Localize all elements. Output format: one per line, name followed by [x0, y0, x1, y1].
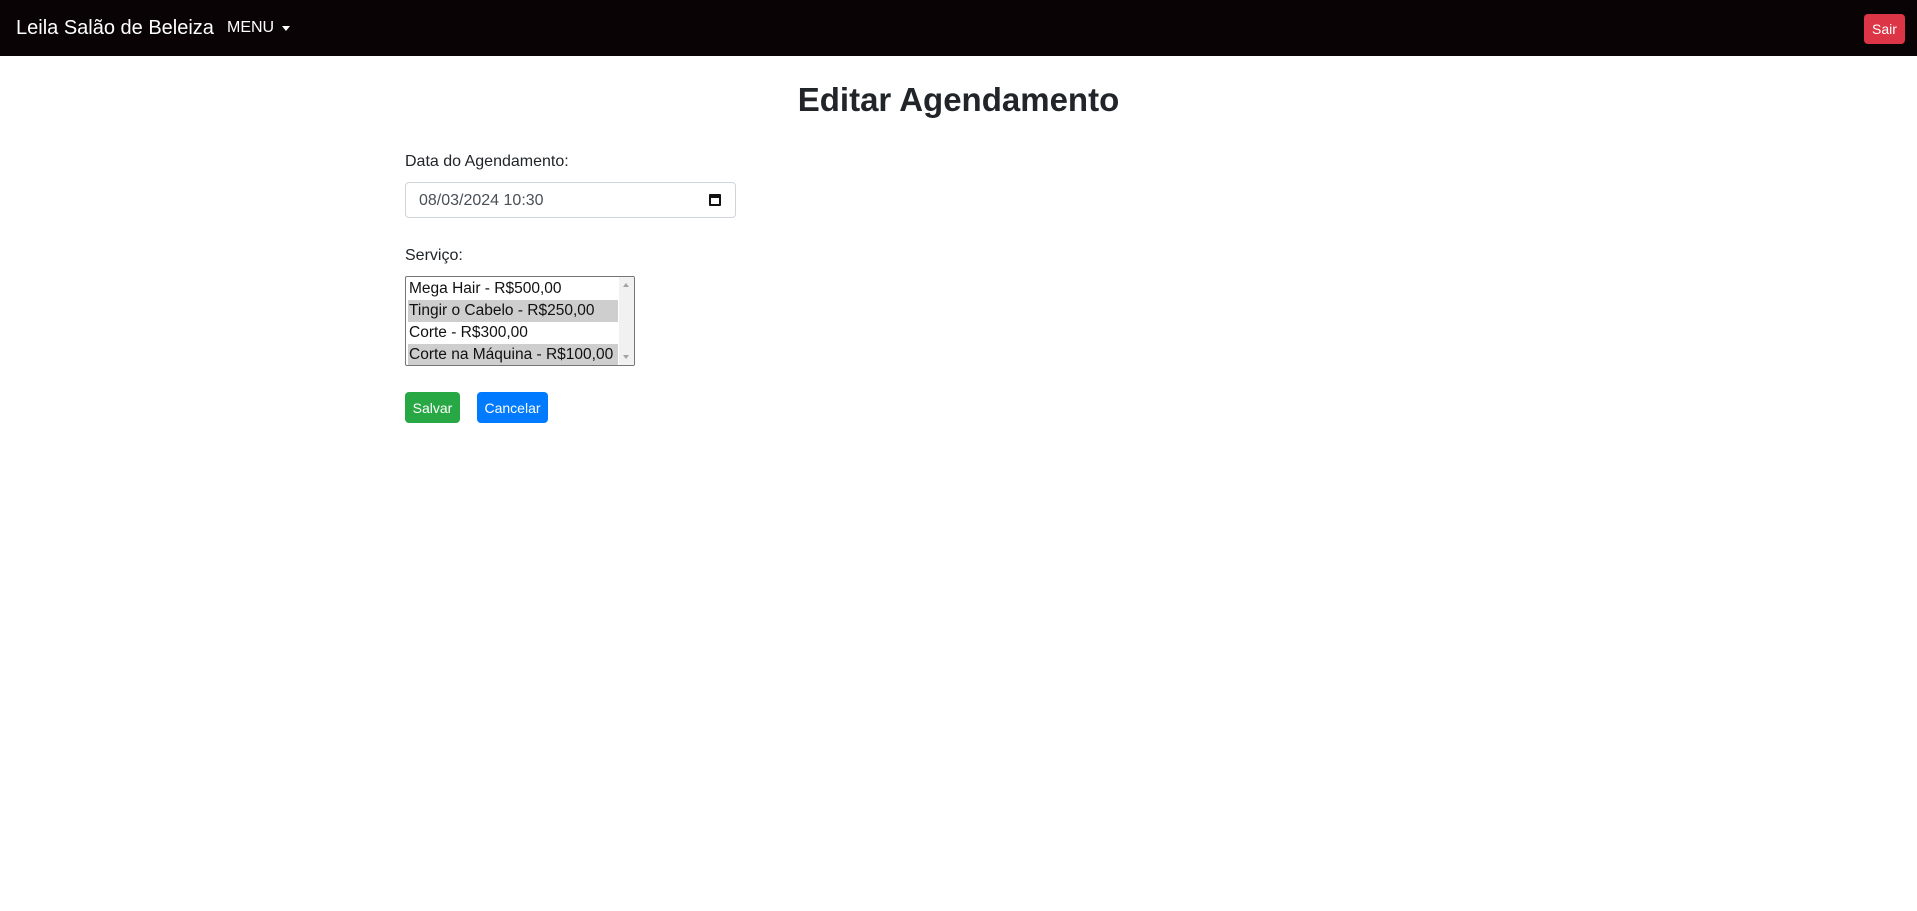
service-option[interactable]: Corte na Máquina - R$100,00: [408, 344, 618, 365]
menu-label: MENU: [227, 19, 275, 36]
service-multiselect[interactable]: Mega Hair - R$500,00 Tingir o Cabelo - R…: [405, 276, 635, 366]
save-button[interactable]: Salvar: [405, 392, 460, 423]
scroll-down-arrow-icon[interactable]: [623, 355, 629, 359]
chevron-down-icon: [282, 26, 291, 31]
service-option[interactable]: Tingir o Cabelo - R$250,00: [408, 300, 618, 322]
service-option[interactable]: Mega Hair - R$500,00: [408, 278, 618, 300]
calendar-icon[interactable]: [709, 194, 721, 206]
logout-button[interactable]: Sair: [1864, 14, 1905, 44]
date-value: 08/03/2024 10:30: [419, 192, 544, 209]
scroll-up-arrow-icon[interactable]: [623, 283, 629, 287]
brand-link[interactable]: Leila Salão de Beleiza: [16, 14, 214, 42]
service-scrollbar[interactable]: [619, 277, 634, 365]
menu-dropdown-toggle[interactable]: MENU: [227, 16, 291, 40]
navbar: Leila Salão de Beleiza MENU Sair: [0, 0, 1917, 56]
date-label: Data do Agendamento:: [405, 153, 569, 170]
service-label: Serviço:: [405, 247, 463, 264]
cancel-button[interactable]: Cancelar: [477, 392, 548, 423]
page-title: Editar Agendamento: [797, 81, 1120, 118]
service-option[interactable]: Corte - R$300,00: [408, 322, 618, 344]
appointment-datetime-input[interactable]: 08/03/2024 10:30: [405, 182, 736, 218]
